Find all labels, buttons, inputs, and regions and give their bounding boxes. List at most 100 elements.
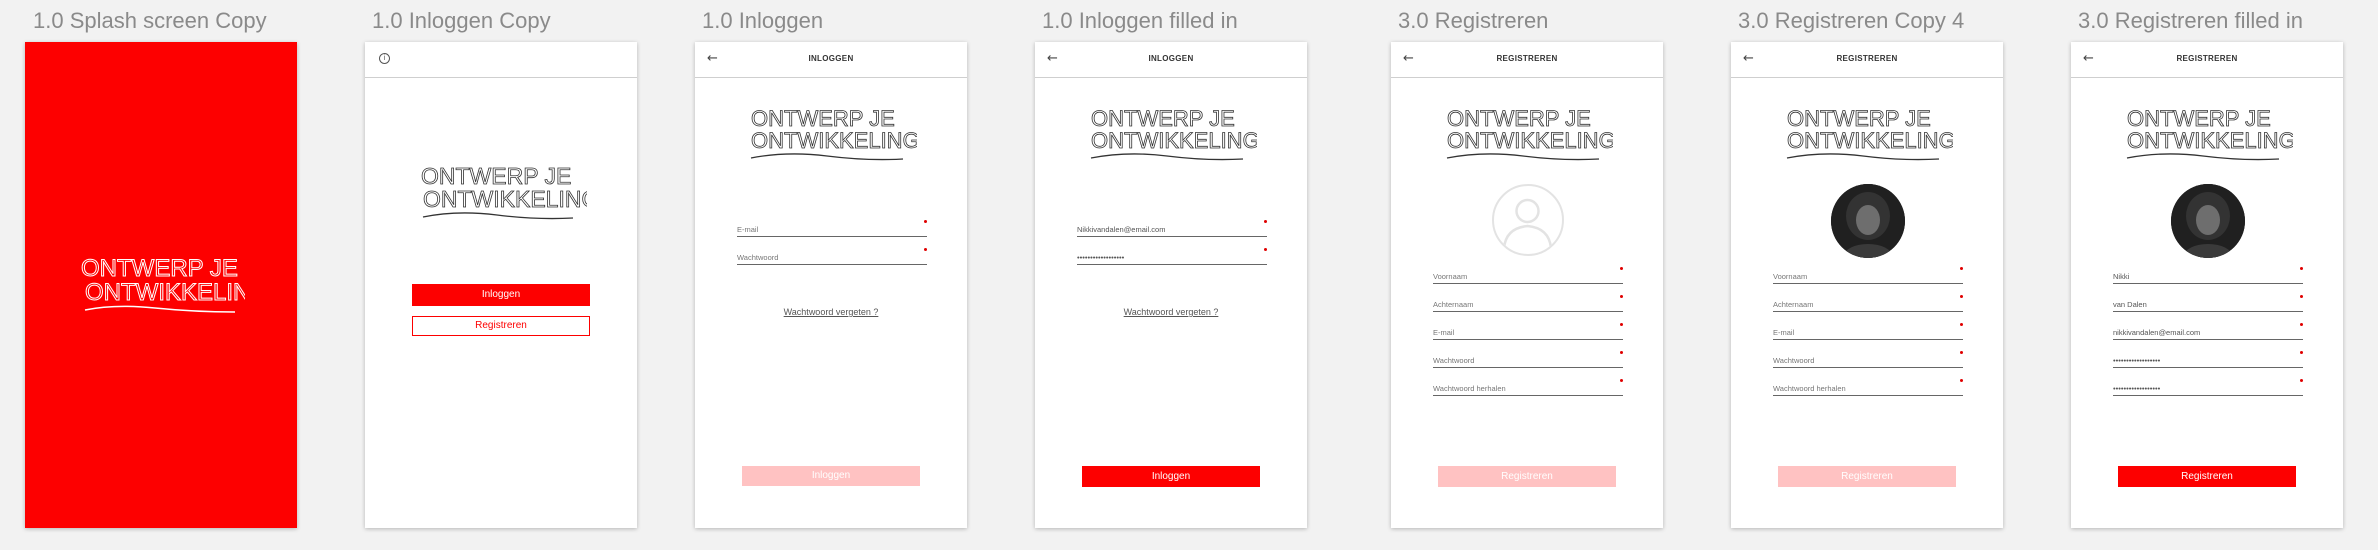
required-indicator [1960, 295, 1963, 298]
artboard-title-register-copy: 3.0 Registreren Copy 4 [1738, 8, 1965, 33]
email-field[interactable]: E-mail [737, 220, 927, 237]
page-title: REGISTREREN [2176, 54, 2238, 63]
artboard-title-splash: 1.0 Splash screen Copy [33, 8, 267, 33]
firstname-field[interactable]: Voornaam [1433, 267, 1623, 284]
password-repeat-field[interactable]: Wachtwoord herhalen [1773, 379, 1963, 396]
required-indicator [1264, 248, 1267, 251]
logo: ONTWERP JE ONTWIKKELING [75, 252, 245, 322]
register-filled-screen: ← REGISTREREN ONTWERP JE ONTWIKKELING Ni… [2071, 42, 2343, 528]
artboard-title-login: 1.0 Inloggen [702, 8, 824, 33]
logo: ONTWERP JE ONTWIKKELING [1087, 104, 1257, 170]
required-indicator [1264, 220, 1267, 223]
logo: ONTWERP JE ONTWIKKELING [747, 104, 917, 170]
avatar[interactable] [1831, 184, 1905, 258]
email-field[interactable]: Nikkivandalen@email.com [1077, 220, 1267, 237]
register-screen: ← REGISTREREN ONTWERP JE ONTWIKKELING Vo… [1391, 42, 1663, 528]
login-filled-screen: ← INLOGGEN ONTWERP JE ONTWIKKELING Nikki… [1035, 42, 1307, 528]
email-label: E-mail [1433, 328, 1455, 337]
page-title: INLOGGEN [808, 54, 854, 63]
login-screen: ← INLOGGEN ONTWERP JE ONTWIKKELING E-mai… [695, 42, 967, 528]
password-label: Wachtwoord [1433, 356, 1475, 365]
login-submit-button[interactable]: Inloggen [1082, 466, 1260, 487]
register-submit-button[interactable]: Registreren [1778, 466, 1956, 487]
logo-underline [2126, 153, 2280, 161]
artboard-title-register-filled: 3.0 Registreren filled in [2078, 8, 2304, 33]
lastname-field[interactable]: Achternaam [1433, 295, 1623, 312]
required-indicator [1620, 351, 1623, 354]
required-indicator [2300, 379, 2303, 382]
required-indicator [2300, 267, 2303, 270]
lastname-field[interactable]: van Dalen [2113, 295, 2303, 312]
password-repeat-label: Wachtwoord herhalen [1433, 384, 1506, 393]
avatar-placeholder[interactable] [1492, 184, 1564, 256]
password-field[interactable]: •••••••••••••••••• [1077, 248, 1267, 265]
register-photo-screen: ← REGISTREREN ONTWERP JE ONTWIKKELING Vo… [1731, 42, 2003, 528]
password-repeat-field[interactable]: •••••••••••••••••• [2113, 379, 2303, 396]
firstname-value: Nikki [2113, 272, 2130, 281]
required-indicator [1960, 323, 1963, 326]
lastname-field[interactable]: Achternaam [1773, 295, 1963, 312]
required-indicator [1620, 323, 1623, 326]
top-bar: ← REGISTREREN [1391, 42, 1663, 78]
artboard-title-login-filled: 1.0 Inloggen filled in [1042, 8, 1238, 33]
register-submit-button[interactable]: Registreren [1438, 466, 1616, 487]
lastname-value: van Dalen [2113, 300, 2147, 309]
password-repeat-field[interactable]: Wachtwoord herhalen [1433, 379, 1623, 396]
logo-line-2: ONTWIKKELING [1447, 128, 1613, 153]
email-label: E-mail [737, 225, 759, 234]
top-bar: ← REGISTREREN [2071, 42, 2343, 78]
logo-line-2: ONTWIKKELING [1787, 128, 1953, 153]
info-icon[interactable]: i [379, 53, 390, 64]
required-indicator [1620, 267, 1623, 270]
logo-underline [422, 212, 574, 220]
artboard-title-start: 1.0 Inloggen Copy [372, 8, 551, 33]
required-indicator [1960, 379, 1963, 382]
required-indicator [1620, 295, 1623, 298]
required-indicator [2300, 351, 2303, 354]
avatar[interactable] [2171, 184, 2245, 258]
forgot-password-link[interactable]: Wachtwoord vergeten ? [695, 307, 967, 317]
password-label: Wachtwoord [737, 253, 779, 262]
password-field[interactable]: Wachtwoord [1433, 351, 1623, 368]
password-value: •••••••••••••••••• [2113, 356, 2161, 365]
email-field[interactable]: nikkivandalen@email.com [2113, 323, 2303, 340]
firstname-field[interactable]: Voornaam [1773, 267, 1963, 284]
email-field[interactable]: E-mail [1773, 323, 1963, 340]
logo-line-1: ONTWERP JE [81, 255, 238, 282]
logo: ONTWERP JE ONTWIKKELING [417, 160, 587, 230]
logo: ONTWERP JE ONTWIKKELING [1443, 104, 1613, 170]
logo-line-2: ONTWIKKELING [423, 186, 587, 212]
required-indicator [2300, 295, 2303, 298]
email-field[interactable]: E-mail [1433, 323, 1623, 340]
required-indicator [1960, 351, 1963, 354]
logo-line-2: ONTWIKKELING [85, 279, 245, 306]
logo: ONTWERP JE ONTWIKKELING [1783, 104, 1953, 170]
artboard-title-register: 3.0 Registreren [1398, 8, 1549, 33]
login-submit-button[interactable]: Inloggen [742, 466, 920, 486]
login-button[interactable]: Inloggen [412, 284, 590, 306]
logo-underline [84, 305, 236, 313]
required-indicator [924, 220, 927, 223]
firstname-field[interactable]: Nikki [2113, 267, 2303, 284]
password-field[interactable]: Wachtwoord [1773, 351, 1963, 368]
top-bar: ← INLOGGEN [695, 42, 967, 78]
email-value: nikkivandalen@email.com [2113, 328, 2201, 337]
logo-line-2: ONTWIKKELING [1091, 128, 1257, 153]
register-button[interactable]: Registreren [412, 316, 590, 336]
required-indicator [1960, 267, 1963, 270]
password-field[interactable]: •••••••••••••••••• [2113, 351, 2303, 368]
required-indicator [1620, 379, 1623, 382]
top-bar: ← REGISTREREN [1731, 42, 2003, 78]
page-title: REGISTREREN [1836, 54, 1898, 63]
password-value: •••••••••••••••••• [1077, 253, 1125, 262]
password-field[interactable]: Wachtwoord [737, 248, 927, 265]
top-bar: i [365, 42, 637, 78]
forgot-password-link[interactable]: Wachtwoord vergeten ? [1035, 307, 1307, 317]
logo-line-2: ONTWIKKELING [2127, 128, 2293, 153]
logo-underline [1786, 153, 1940, 161]
password-repeat-label: Wachtwoord herhalen [1773, 384, 1846, 393]
logo-underline [1090, 153, 1244, 161]
logo-underline [750, 153, 904, 161]
logo-line-2: ONTWIKKELING [751, 128, 917, 153]
register-submit-button[interactable]: Registreren [2118, 466, 2296, 487]
